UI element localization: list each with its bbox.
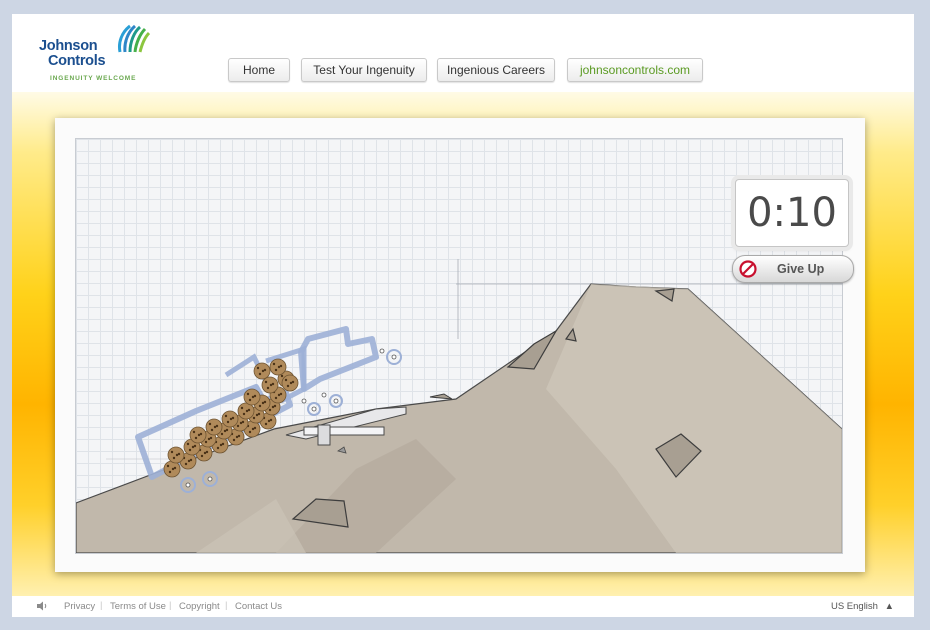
nav-ingenious-careers-button[interactable]: Ingenious Careers bbox=[437, 58, 555, 82]
cookie-chip bbox=[209, 436, 213, 440]
cookie-chip bbox=[220, 432, 224, 436]
cookie-chip bbox=[208, 422, 212, 426]
cookie-chip bbox=[200, 454, 204, 458]
cookie-chip bbox=[274, 396, 278, 400]
cookie-chip bbox=[226, 420, 230, 424]
cookie-chip bbox=[286, 384, 290, 388]
footer-terms-link[interactable]: Terms of Use bbox=[110, 601, 166, 612]
cookie-chip bbox=[194, 436, 198, 440]
cookie-chip bbox=[216, 446, 220, 450]
header: Johnson Controls INGENUITY WELCOME Home … bbox=[12, 14, 914, 92]
bridge-post bbox=[317, 424, 331, 446]
cookie-chip bbox=[237, 434, 241, 438]
footer-separator: | bbox=[100, 600, 103, 611]
cookie-chip bbox=[188, 448, 192, 452]
give-up-button[interactable]: Give Up bbox=[732, 255, 854, 283]
game-canvas[interactable]: 0:10 Give Up bbox=[75, 138, 854, 554]
cookie-chip bbox=[264, 422, 268, 426]
cookie-chip bbox=[258, 404, 262, 408]
cookie-chip bbox=[210, 428, 214, 432]
cookie-chip bbox=[168, 470, 172, 474]
cookie-chip bbox=[248, 430, 252, 434]
countdown-timer: 0:10 bbox=[735, 179, 849, 247]
game-paper: 0:10 Give Up bbox=[55, 118, 865, 572]
cookie-chip bbox=[192, 430, 196, 434]
cookie-chip bbox=[221, 442, 225, 446]
no-entry-icon bbox=[739, 260, 757, 278]
cookie-chip bbox=[291, 380, 295, 384]
cookie-chip bbox=[215, 424, 219, 428]
footer: Privacy | Terms of Use | Copyright | Con… bbox=[12, 596, 914, 617]
caret-up-icon: ▲ bbox=[884, 601, 894, 612]
cookie-chip bbox=[274, 368, 278, 372]
logo-line-1: Johnson bbox=[39, 38, 98, 54]
cookie-chip bbox=[231, 416, 235, 420]
cookie-chip bbox=[272, 362, 276, 366]
cookie-chip bbox=[199, 432, 203, 436]
give-up-label: Give Up bbox=[777, 262, 825, 276]
game-scene bbox=[76, 259, 842, 553]
cookie-chip bbox=[204, 440, 208, 444]
main-banner: 0:10 Give Up bbox=[12, 92, 914, 596]
cookie-chip bbox=[225, 428, 229, 432]
truck-cab bbox=[298, 326, 379, 392]
cookie-chip bbox=[284, 378, 288, 382]
footer-contact-link[interactable]: Contact Us bbox=[235, 601, 282, 612]
language-selector[interactable]: US English ▲ bbox=[831, 601, 894, 612]
cookie-chip bbox=[257, 412, 261, 416]
cookie-chip bbox=[280, 374, 284, 378]
bridge-deck bbox=[303, 426, 385, 436]
logo-tagline: INGENUITY WELCOME bbox=[50, 75, 137, 82]
footer-separator: | bbox=[225, 600, 228, 611]
nav-johnsoncontrols-link[interactable]: johnsoncontrols.com bbox=[567, 58, 703, 82]
cookie-chip bbox=[279, 392, 283, 396]
jci-swoosh-icon bbox=[118, 24, 150, 53]
cookie-chip bbox=[263, 400, 267, 404]
cookie-chip bbox=[236, 424, 240, 428]
cookie-chip bbox=[193, 444, 197, 448]
cookie-chip bbox=[271, 382, 275, 386]
cookie-chip bbox=[166, 464, 170, 468]
cookie-chip bbox=[184, 462, 188, 466]
cookie-chip bbox=[263, 368, 267, 372]
cookie-chip bbox=[253, 426, 257, 430]
cookie-chip bbox=[173, 466, 177, 470]
cookie-chip bbox=[177, 452, 181, 456]
cookie-chip bbox=[241, 420, 245, 424]
cookie-chip bbox=[268, 408, 272, 412]
logo-line-2: Controls bbox=[48, 53, 106, 69]
cookie-chip bbox=[205, 450, 209, 454]
language-label: US English bbox=[830, 601, 878, 612]
cookie-chip bbox=[240, 406, 244, 410]
cookie-chip bbox=[189, 458, 193, 462]
cookie-chip bbox=[172, 456, 176, 460]
cookie-chip bbox=[269, 418, 273, 422]
johnson-controls-logo[interactable]: Johnson Controls INGENUITY WELCOME bbox=[38, 24, 150, 86]
footer-separator: | bbox=[169, 600, 172, 611]
cookie-chip bbox=[266, 386, 270, 390]
rock bbox=[429, 393, 453, 400]
page: Johnson Controls INGENUITY WELCOME Home … bbox=[12, 14, 914, 617]
cookie-chip bbox=[224, 414, 228, 418]
cookie-chip bbox=[186, 442, 190, 446]
cookie-chip bbox=[264, 380, 268, 384]
cookie-chip bbox=[170, 450, 174, 454]
nav-test-your-ingenuity-button[interactable]: Test Your Ingenuity bbox=[301, 58, 427, 82]
nav-home-button[interactable]: Home bbox=[228, 58, 290, 82]
cookie-chip bbox=[247, 408, 251, 412]
cookie-chip bbox=[252, 416, 256, 420]
cookie-chip bbox=[273, 404, 277, 408]
cookie-chip bbox=[242, 412, 246, 416]
cookie-chip bbox=[253, 394, 257, 398]
cookie-chip bbox=[232, 438, 236, 442]
footer-privacy-link[interactable]: Privacy bbox=[64, 601, 95, 612]
cookie-chip bbox=[258, 372, 262, 376]
cookie-chip bbox=[279, 364, 283, 368]
cookie-chip bbox=[248, 398, 252, 402]
cookie-chip bbox=[256, 366, 260, 370]
cookie-chip bbox=[246, 392, 250, 396]
speaker-icon[interactable] bbox=[36, 601, 48, 611]
footer-copyright-link[interactable]: Copyright bbox=[179, 601, 220, 612]
